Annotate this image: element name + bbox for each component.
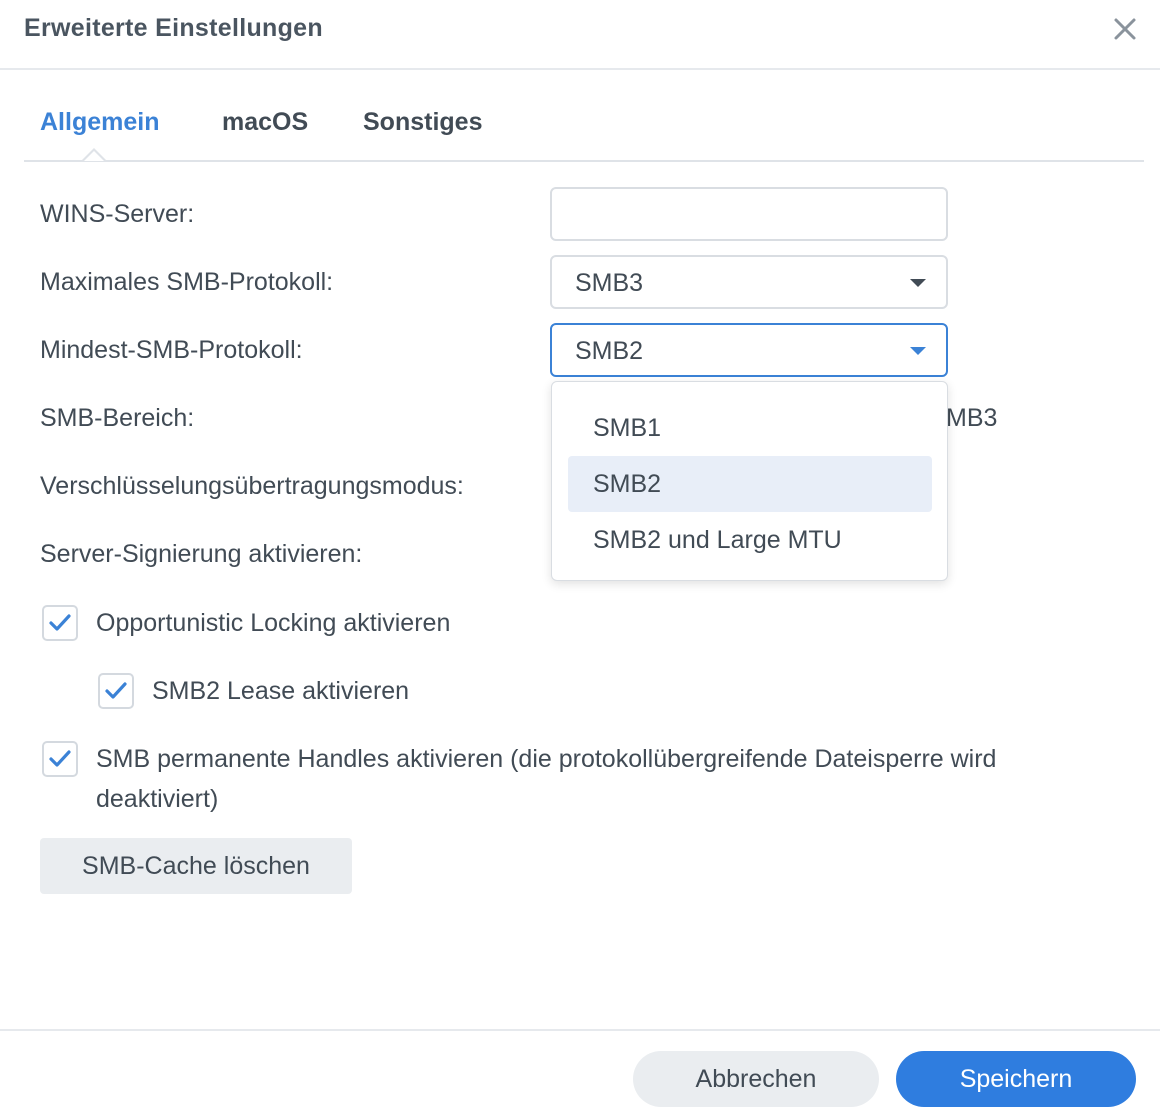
dialog-title: Erweiterte Einstellungen xyxy=(24,14,323,42)
dropdown-option-smb1[interactable]: SMB1 xyxy=(568,400,932,456)
durable-handles-checkbox[interactable] xyxy=(42,741,78,777)
tab-allgemein[interactable]: Allgemein xyxy=(40,108,159,137)
smb-range-label: SMB-Bereich: xyxy=(40,404,195,432)
checkmark-icon xyxy=(49,614,71,631)
encryption-mode-label: Verschlüsselungsübertragungsmodus: xyxy=(40,472,464,500)
checkmark-icon xyxy=(105,682,127,699)
clear-smb-cache-button[interactable]: SMB-Cache löschen xyxy=(40,838,352,894)
wins-server-label: WINS-Server: xyxy=(40,200,195,228)
min-smb-value: SMB2 xyxy=(575,337,644,365)
tab-macos[interactable]: macOS xyxy=(222,108,308,137)
smb2-lease-label: SMB2 Lease aktivieren xyxy=(152,677,410,705)
min-smb-select[interactable]: SMB2 xyxy=(550,323,948,377)
save-button[interactable]: Speichern xyxy=(896,1051,1136,1107)
checkmark-icon xyxy=(49,750,71,767)
dropdown-option-smb2-large-mtu[interactable]: SMB2 und Large MTU xyxy=(568,512,932,568)
dialog-footer: Abbrechen Speichern xyxy=(0,1029,1160,1108)
cancel-button[interactable]: Abbrechen xyxy=(633,1051,879,1107)
chevron-down-icon xyxy=(910,347,926,355)
advanced-settings-dialog: Erweiterte Einstellungen Allgemein macOS… xyxy=(0,0,1160,1108)
min-smb-dropdown-menu: SMB1 SMB2 SMB2 und Large MTU xyxy=(551,381,948,581)
smb-range-value: MB3 xyxy=(946,404,998,432)
tab-bar: Allgemein macOS Sonstiges xyxy=(24,100,1144,162)
server-signing-label: Server-Signierung aktivieren: xyxy=(40,540,363,568)
max-smb-value: SMB3 xyxy=(575,269,644,297)
smb2-lease-checkbox[interactable] xyxy=(98,673,134,709)
tab-sonstiges[interactable]: Sonstiges xyxy=(363,108,482,137)
dialog-titlebar: Erweiterte Einstellungen xyxy=(0,0,1160,70)
dropdown-option-smb2[interactable]: SMB2 xyxy=(568,456,932,512)
wins-server-input[interactable] xyxy=(550,187,948,241)
min-smb-label: Mindest-SMB-Protokoll: xyxy=(40,336,303,364)
max-smb-label: Maximales SMB-Protokoll: xyxy=(40,268,334,296)
chevron-down-icon xyxy=(910,279,926,287)
max-smb-select[interactable]: SMB3 xyxy=(550,255,948,309)
oplocks-label: Opportunistic Locking aktivieren xyxy=(96,609,451,637)
close-icon[interactable] xyxy=(1110,14,1140,44)
durable-handles-label: SMB permanente Handles aktivieren (die p… xyxy=(96,745,997,813)
oplocks-checkbox[interactable] xyxy=(42,605,78,641)
